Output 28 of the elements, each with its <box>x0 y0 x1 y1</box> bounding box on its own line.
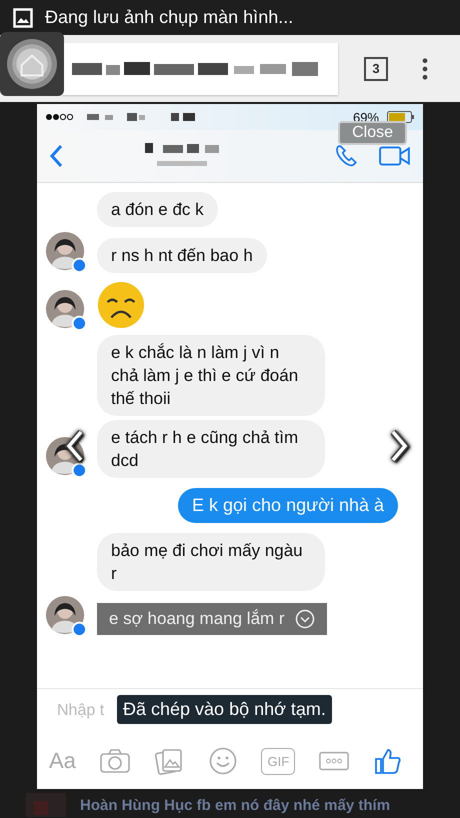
back-icon[interactable] <box>49 144 63 168</box>
smiley-icon[interactable] <box>208 747 238 775</box>
thumbs-up-icon[interactable] <box>372 747 403 775</box>
message-bubble[interactable]: e k chắc là n làm j vì n chả làm j e thì e cứ đoán thế thoii <box>97 335 325 416</box>
image-icon <box>13 8 33 28</box>
video-camera-icon[interactable] <box>379 145 411 167</box>
chevron-down-icon[interactable] <box>294 609 315 629</box>
camera-icon[interactable] <box>100 747 130 775</box>
message-bubble[interactable]: e tách r h e cũng chả tìm dcd <box>97 420 325 478</box>
sad-face-icon[interactable] <box>97 281 145 329</box>
notification-text: Đang lưu ảnh chụp màn hình... <box>45 7 294 28</box>
url-field[interactable] <box>62 42 338 94</box>
message-bubble[interactable]: bảo mẹ đi chơi mấy ngàu r <box>97 533 325 591</box>
tab-count-button[interactable]: 3 <box>364 56 388 80</box>
post-thumbnail <box>26 793 66 817</box>
message-bubble[interactable]: a đón e đc k <box>97 192 218 227</box>
home-icon <box>6 38 58 90</box>
message-input[interactable]: Nhập t <box>55 701 119 721</box>
gallery-icon[interactable] <box>154 747 184 775</box>
battery-icon <box>387 111 415 123</box>
message-bubble[interactable]: r ns h nt đến bao h <box>97 238 267 273</box>
message-text: e sợ hoang mang lắm r <box>109 609 285 629</box>
post-title: Hoàn Hùng Hục fb em nó đây nhé mấy thím <box>80 796 390 814</box>
home-button[interactable] <box>0 32 64 96</box>
phone-icon[interactable] <box>333 143 359 169</box>
toast: Đã chép vào bộ nhớ tạm. <box>117 695 332 724</box>
selected-message[interactable]: e sợ hoang mang lắm r <box>97 603 327 635</box>
menu-icon[interactable] <box>422 58 428 80</box>
